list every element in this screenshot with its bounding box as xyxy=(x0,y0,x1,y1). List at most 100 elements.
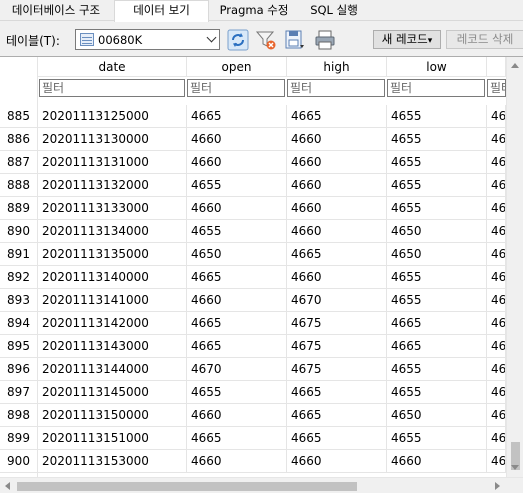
cell-date[interactable]: 20201113130000 xyxy=(38,128,187,151)
cell-low[interactable]: 4655 xyxy=(387,427,487,450)
cell-low[interactable]: 4655 xyxy=(387,174,487,197)
row-number[interactable]: 886 xyxy=(0,128,38,151)
cell-next[interactable]: 465 xyxy=(487,197,506,220)
scroll-left-icon[interactable] xyxy=(5,482,10,490)
table-select[interactable]: 00680K xyxy=(75,29,220,50)
cell-date[interactable]: 20201113142000 xyxy=(38,312,187,335)
cell-high[interactable]: 4665 xyxy=(287,105,387,128)
tab-browse-data[interactable]: 데이터 보기 xyxy=(114,0,209,22)
cell-high[interactable]: 4675 xyxy=(287,335,387,358)
tab-execute-sql[interactable]: SQL 실행 xyxy=(298,1,370,21)
cell-date[interactable]: 20201113132000 xyxy=(38,174,187,197)
cell-date[interactable]: 20201113135000 xyxy=(38,243,187,266)
cell-low[interactable]: 4655 xyxy=(387,197,487,220)
cell-open[interactable]: 4660 xyxy=(187,128,287,151)
cell-high[interactable]: 4660 xyxy=(287,128,387,151)
cell-high[interactable]: 4665 xyxy=(287,427,387,450)
vertical-scrollbar[interactable] xyxy=(506,57,523,477)
cell-open[interactable]: 4655 xyxy=(187,174,287,197)
save-filter-button[interactable] xyxy=(283,28,307,52)
cell-date[interactable]: 20201113134000 xyxy=(38,220,187,243)
filter-input-date[interactable]: 필터 xyxy=(39,79,185,97)
cell-low[interactable]: 4655 xyxy=(387,151,487,174)
cell-date[interactable]: 20201113131000 xyxy=(38,151,187,174)
row-number[interactable]: 887 xyxy=(0,151,38,174)
cell-high[interactable]: 4660 xyxy=(287,450,387,473)
cell-low[interactable]: 4665 xyxy=(387,335,487,358)
tab-database-structure[interactable]: 데이터베이스 구조 xyxy=(2,1,110,21)
cell-high[interactable]: 4660 xyxy=(287,197,387,220)
cell-open[interactable]: 4660 xyxy=(187,404,287,427)
cell-high[interactable]: 4660 xyxy=(287,151,387,174)
scroll-down-icon[interactable] xyxy=(511,465,519,470)
row-number[interactable]: 888 xyxy=(0,174,38,197)
cell-high[interactable]: 4665 xyxy=(287,381,387,404)
cell-open[interactable]: 4670 xyxy=(187,358,287,381)
column-header-low[interactable]: low xyxy=(387,57,487,77)
cell-open[interactable]: 4665 xyxy=(187,266,287,289)
cell-date[interactable]: 20201113141000 xyxy=(38,289,187,312)
cell-open[interactable]: 4655 xyxy=(187,381,287,404)
cell-next[interactable]: 465 xyxy=(487,358,506,381)
row-number[interactable]: 893 xyxy=(0,289,38,312)
cell-next[interactable]: 466 xyxy=(487,174,506,197)
cell-high[interactable]: 4670 xyxy=(287,289,387,312)
cell-date[interactable]: 20201113144000 xyxy=(38,358,187,381)
cell-date[interactable]: 20201113145000 xyxy=(38,381,187,404)
row-number[interactable]: 899 xyxy=(0,427,38,450)
print-button[interactable] xyxy=(313,28,337,52)
row-number[interactable]: 897 xyxy=(0,381,38,404)
filter-input-next[interactable]: 필터 xyxy=(487,79,506,97)
cell-open[interactable]: 4665 xyxy=(187,105,287,128)
cell-high[interactable]: 4665 xyxy=(287,404,387,427)
cell-date[interactable]: 20201113133000 xyxy=(38,197,187,220)
cell-open[interactable]: 4660 xyxy=(187,151,287,174)
horizontal-scroll-thumb[interactable] xyxy=(17,482,357,491)
cell-high[interactable]: 4675 xyxy=(287,358,387,381)
cell-next[interactable]: 465 xyxy=(487,266,506,289)
cell-open[interactable]: 4660 xyxy=(187,289,287,312)
filter-input-high[interactable]: 필터 xyxy=(287,79,385,97)
cell-high[interactable]: 4675 xyxy=(287,312,387,335)
cell-date[interactable]: 20201113140000 xyxy=(38,266,187,289)
cell-next[interactable]: 466 xyxy=(487,450,506,473)
delete-record-button[interactable]: 레코드 삭제 xyxy=(446,30,523,49)
cell-low[interactable]: 4655 xyxy=(387,289,487,312)
cell-open[interactable]: 4665 xyxy=(187,427,287,450)
cell-low[interactable]: 4665 xyxy=(387,312,487,335)
cell-next[interactable]: 465 xyxy=(487,220,506,243)
cell-low[interactable]: 4660 xyxy=(387,450,487,473)
filter-input-low[interactable]: 필터 xyxy=(387,79,485,97)
cell-next[interactable]: 466 xyxy=(487,381,506,404)
row-number[interactable]: 885 xyxy=(0,105,38,128)
row-number[interactable]: 894 xyxy=(0,312,38,335)
cell-date[interactable]: 20201113150000 xyxy=(38,404,187,427)
cell-low[interactable]: 4655 xyxy=(387,381,487,404)
cell-next[interactable]: 466 xyxy=(487,243,506,266)
cell-low[interactable]: 4650 xyxy=(387,404,487,427)
column-header-date[interactable]: date xyxy=(38,57,187,77)
new-record-button[interactable]: 새 레코드▾ xyxy=(373,30,441,49)
scroll-up-icon[interactable] xyxy=(511,63,519,68)
cell-open[interactable]: 4655 xyxy=(187,220,287,243)
cell-open[interactable]: 4650 xyxy=(187,243,287,266)
cell-high[interactable]: 4660 xyxy=(287,220,387,243)
refresh-button[interactable] xyxy=(226,28,250,52)
cell-next[interactable]: 467 xyxy=(487,335,506,358)
row-number[interactable]: 895 xyxy=(0,335,38,358)
row-number[interactable]: 900 xyxy=(0,450,38,473)
cell-low[interactable]: 4655 xyxy=(387,128,487,151)
cell-low[interactable]: 4650 xyxy=(387,220,487,243)
cell-next[interactable]: 466 xyxy=(487,105,506,128)
cell-open[interactable]: 4660 xyxy=(187,197,287,220)
row-number[interactable]: 891 xyxy=(0,243,38,266)
cell-open[interactable]: 4665 xyxy=(187,312,287,335)
filter-input-open[interactable]: 필터 xyxy=(187,79,285,97)
cell-low[interactable]: 4655 xyxy=(387,358,487,381)
cell-next[interactable]: 466 xyxy=(487,128,506,151)
cell-date[interactable]: 20201113153000 xyxy=(38,450,187,473)
tab-edit-pragmas[interactable]: Pragma 수정 xyxy=(212,1,296,21)
cell-date[interactable]: 20201113125000 xyxy=(38,105,187,128)
cell-next[interactable]: 466 xyxy=(487,289,506,312)
row-number[interactable]: 898 xyxy=(0,404,38,427)
